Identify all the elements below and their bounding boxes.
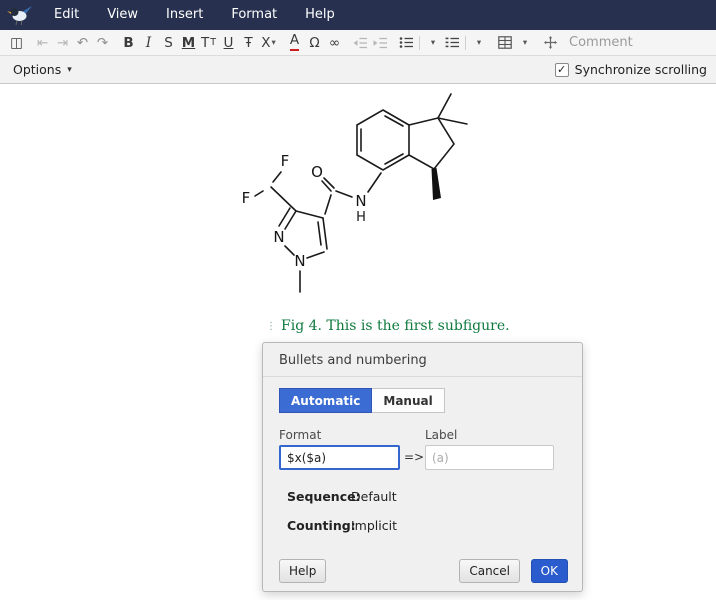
table-icon[interactable] (495, 31, 514, 54)
atom-pyrazole-nitrogen-1: N (294, 252, 305, 270)
indent-increase-icon[interactable] (371, 31, 390, 54)
go-last-icon[interactable]: ⇥ (53, 31, 72, 54)
chevron-down-icon: ▾ (523, 38, 527, 48)
toolbar-separator (419, 36, 420, 50)
menu-insert[interactable]: Insert (152, 0, 217, 30)
table-dropdown[interactable]: ▾ (515, 31, 534, 54)
atom-amide-nitrogen: N (355, 192, 366, 210)
synchronize-scrolling-control: ✓ Synchronize scrolling (555, 62, 707, 77)
maps-to-arrow: => (404, 450, 424, 464)
redo-icon[interactable]: ↷ (93, 31, 112, 54)
tab-automatic[interactable]: Automatic (279, 388, 372, 413)
toolbar-separator (465, 36, 466, 50)
molecule-figure: F F O N H N N (0, 84, 716, 320)
menu-help[interactable]: Help (291, 0, 349, 30)
options-bar: Options ▾ ✓ Synchronize scrolling (0, 56, 716, 84)
chevron-down-icon: ▾ (67, 65, 72, 75)
label-input[interactable] (425, 445, 554, 470)
chevron-down-icon: ▾ (271, 38, 275, 48)
counting-label: Counting: (287, 518, 356, 533)
underline-icon[interactable]: U (219, 31, 238, 54)
counting-value: Implicit (351, 518, 397, 533)
bullet-list-dropdown[interactable]: ▾ (423, 31, 442, 54)
caption-drag-marker-icon[interactable]: ⋮ (266, 321, 276, 332)
italic-icon[interactable]: I (139, 31, 158, 54)
comment-button[interactable]: Comment (569, 35, 633, 50)
small-caps-small-letter: T (210, 37, 216, 48)
menu-format[interactable]: Format (217, 0, 291, 30)
indent-decrease-icon[interactable] (351, 31, 370, 54)
tab-manual[interactable]: Manual (372, 388, 444, 413)
font-effects-x-icon: X (261, 35, 270, 51)
undo-icon[interactable]: ↶ (73, 31, 92, 54)
cancel-button[interactable]: Cancel (459, 559, 520, 583)
format-toolbar: ◫ ⇤ ⇥ ↶ ↷ B I S M TT U Ŧ X ▾ A Ω ∞ ▾ ▾ ▾ (0, 30, 716, 56)
synchronize-scrolling-label: Synchronize scrolling (575, 62, 707, 77)
view-columns-icon[interactable]: ◫ (7, 31, 26, 54)
menu-edit[interactable]: Edit (40, 0, 93, 30)
atom-pyrazole-nitrogen-2: N (273, 228, 284, 246)
small-caps-icon[interactable]: TT (199, 31, 218, 54)
sequence-value: Default (351, 489, 397, 504)
wedge-bond (432, 168, 442, 200)
numbered-list-icon[interactable] (443, 31, 462, 54)
symbol-palette-icon[interactable]: Ω (305, 31, 324, 54)
help-button[interactable]: Help (279, 559, 326, 583)
atom-fluorine-1: F (281, 152, 290, 170)
format-field-label: Format (279, 428, 321, 442)
app-window: { "menubar": { "items": [ {"label": "Edi… (0, 0, 716, 600)
atom-amide-hydrogen: H (356, 210, 366, 225)
numbered-list-dropdown[interactable]: ▾ (469, 31, 488, 54)
dialog-tabs: Automatic Manual (279, 388, 445, 413)
options-dropdown-button[interactable]: Options ▾ (9, 60, 76, 79)
text-color-icon[interactable]: A (285, 31, 304, 54)
menubar: Edit View Insert Format Help (0, 0, 716, 30)
options-label: Options (13, 62, 61, 77)
bullet-list-icon[interactable] (397, 31, 416, 54)
typewriter-icon[interactable]: M (179, 31, 198, 54)
font-effects-dropdown[interactable]: X ▾ (259, 31, 278, 54)
small-caps-large-letter: T (201, 35, 209, 51)
atom-oxygen: O (311, 163, 323, 181)
dialog-title: Bullets and numbering (279, 353, 427, 368)
bullets-numbering-dialog: Bullets and numbering Automatic Manual F… (262, 342, 583, 592)
dialog-title-separator (263, 376, 582, 377)
ok-button[interactable]: OK (531, 559, 568, 583)
text-color-letter: A (290, 34, 299, 51)
link-icon[interactable]: ∞ (325, 31, 344, 54)
figure-caption: ⋮ Fig 4. This is the first subfigure. (266, 318, 510, 334)
sequence-label: Sequence: (287, 489, 361, 504)
chevron-down-icon: ▾ (477, 38, 481, 48)
strikethrough-icon[interactable]: Ŧ (239, 31, 258, 54)
label-field-label: Label (425, 428, 457, 442)
go-first-icon[interactable]: ⇤ (33, 31, 52, 54)
figure-caption-text: Fig 4. This is the first subfigure. (281, 318, 510, 334)
app-logo-bird-icon (7, 4, 33, 26)
atom-fluorine-2: F (242, 189, 251, 207)
bold-icon[interactable]: B (119, 31, 138, 54)
sans-serif-icon[interactable]: S (159, 31, 178, 54)
move-handle-icon[interactable] (541, 31, 560, 54)
format-input[interactable] (279, 445, 400, 470)
chevron-down-icon: ▾ (431, 38, 435, 48)
menu-view[interactable]: View (93, 0, 152, 30)
synchronize-scrolling-checkbox[interactable]: ✓ (555, 63, 569, 77)
